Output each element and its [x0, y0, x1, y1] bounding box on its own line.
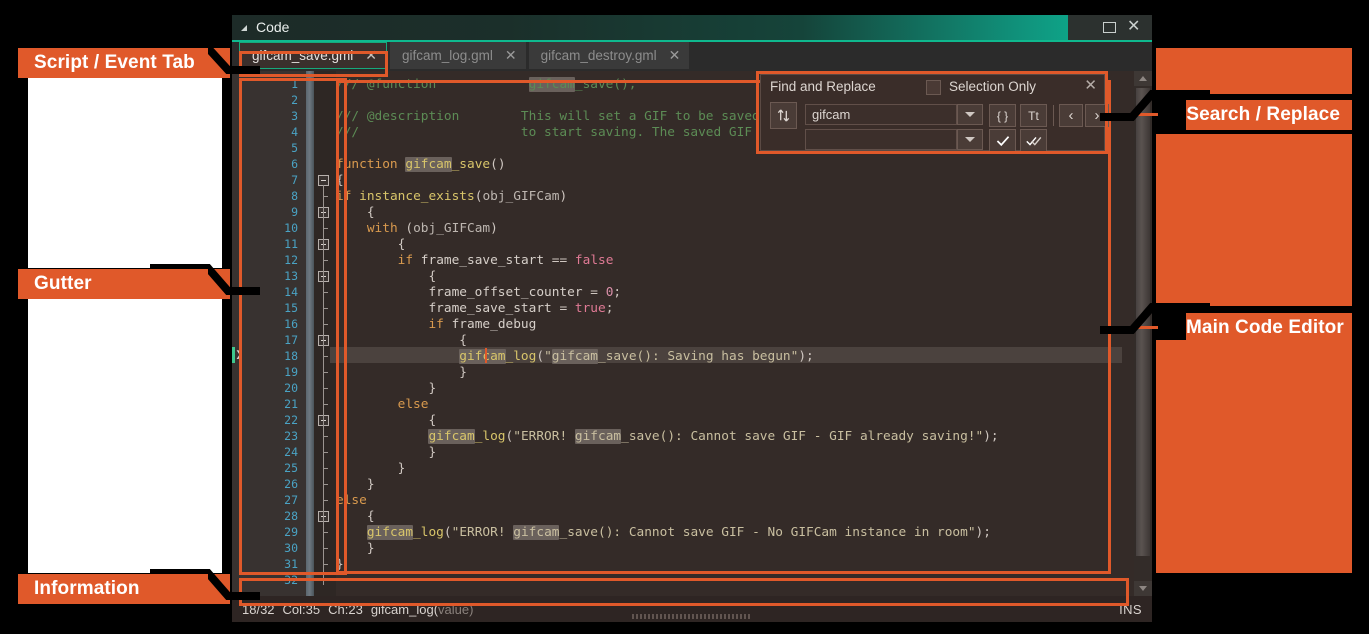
- annotation-slab-right-3: [1156, 340, 1352, 573]
- highlight-search-replace: [756, 71, 1108, 154]
- annotation-main-code-editor: Main Code Editor: [1186, 313, 1352, 343]
- close-button[interactable]: ✕: [1127, 18, 1144, 36]
- annotation-gutter: Gutter: [22, 269, 208, 299]
- annotation-whitebox-1: [28, 78, 222, 268]
- highlight-gutter: [239, 78, 347, 575]
- maximize-button[interactable]: [1102, 19, 1119, 36]
- annotation-whitebox-2: [28, 299, 222, 573]
- highlight-main-code-editor: [336, 80, 1111, 574]
- annotation-information: Information: [22, 574, 208, 604]
- collapse-triangle-icon[interactable]: [241, 25, 247, 31]
- tab-label: gifcam_destroy.gml: [540, 48, 657, 63]
- window-title-bar: Code ✕: [232, 15, 1152, 42]
- tab-gifcam-destroy[interactable]: gifcam_destroy.gml ✕: [528, 42, 690, 69]
- tab-close-icon[interactable]: ✕: [669, 47, 681, 64]
- tab-label: gifcam_log.gml: [402, 48, 493, 63]
- scroll-up-button[interactable]: [1134, 71, 1152, 86]
- tab-close-icon[interactable]: ✕: [505, 47, 517, 64]
- window-title: Code: [256, 19, 290, 35]
- screenshot-root: Code ✕ gifcam_save.gml ✕ gifcam_log.gml …: [0, 0, 1369, 634]
- annotation-search-replace: Search / Replace: [1186, 100, 1352, 130]
- highlight-script-event-tab: [239, 51, 388, 77]
- annotation-slab-right-2: [1156, 134, 1352, 306]
- annotation-slab-right-1: [1156, 48, 1352, 94]
- maximize-icon: [1103, 22, 1116, 33]
- highlight-information: [239, 578, 1129, 606]
- close-icon: ✕: [1127, 18, 1141, 35]
- scroll-down-button[interactable]: [1134, 581, 1152, 596]
- window-resize-grip[interactable]: [632, 614, 752, 619]
- window-controls: ✕: [1068, 15, 1152, 40]
- annotation-script-event-tab: Script / Event Tab: [22, 48, 208, 78]
- tab-gifcam-log[interactable]: gifcam_log.gml ✕: [390, 42, 526, 69]
